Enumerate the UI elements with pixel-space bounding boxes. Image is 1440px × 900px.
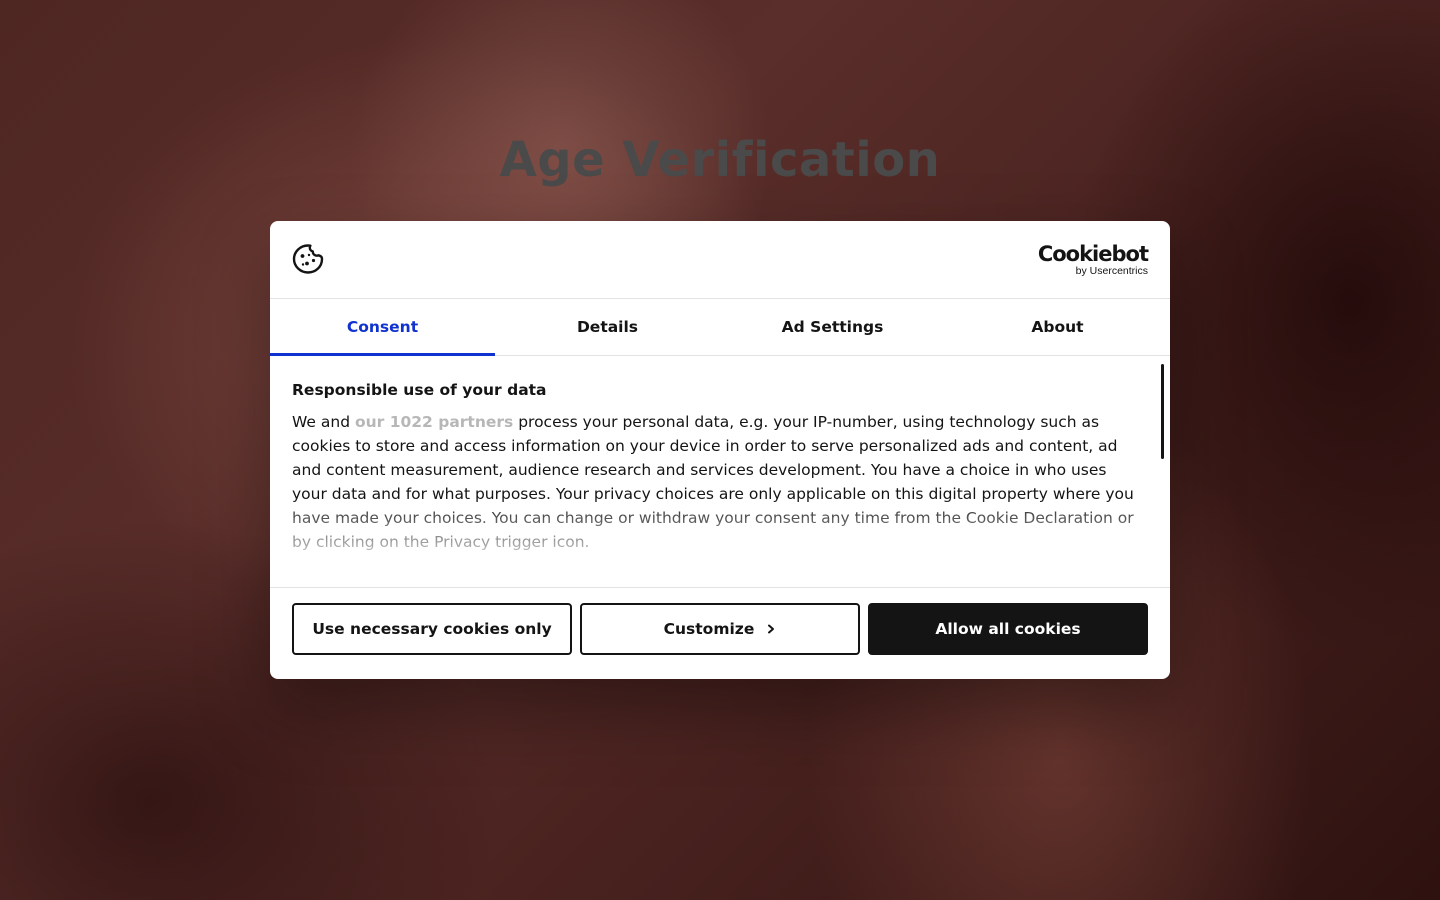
body-text-rest: process your personal data, e.g. your IP… (292, 413, 1134, 551)
brand-name: Cookiebot (1037, 242, 1149, 266)
consent-content: Responsible use of your data We and our … (270, 356, 1170, 587)
cookie-icon (292, 244, 324, 274)
tab-consent[interactable]: Consent (270, 299, 495, 356)
content-body: We and our 1022 partners process your pe… (292, 410, 1140, 554)
customize-label: Customize (663, 620, 755, 638)
brand-subtitle: by Usercentrics (1075, 265, 1148, 277)
tab-details[interactable]: Details (495, 299, 720, 355)
allow-all-cookies-button[interactable]: Allow all cookies (868, 603, 1148, 655)
body-text-start: We and (292, 413, 355, 431)
content-heading: Responsible use of your data (292, 381, 547, 399)
cookiebot-logo: Cookiebot by Usercentrics (1037, 242, 1149, 277)
partners-link[interactable]: our 1022 partners (355, 413, 513, 431)
chevron-right-icon (768, 624, 775, 634)
cookie-consent-dialog: Cookiebot by Usercentrics Consent Detail… (270, 221, 1170, 679)
tab-about[interactable]: About (945, 299, 1170, 355)
dialog-header: Cookiebot by Usercentrics (270, 221, 1170, 299)
necessary-cookies-label: Use necessary cookies only (312, 620, 552, 638)
content-scrollbar[interactable] (1161, 364, 1164, 581)
customize-button[interactable]: Customize (580, 603, 860, 655)
dialog-footer: Use necessary cookies only Customize All… (270, 587, 1170, 679)
necessary-cookies-button[interactable]: Use necessary cookies only (292, 603, 572, 655)
allow-all-label: Allow all cookies (935, 620, 1081, 638)
scrollbar-thumb[interactable] (1161, 364, 1164, 459)
tab-bar: Consent Details Ad Settings About (270, 299, 1170, 356)
tab-ad-settings[interactable]: Ad Settings (720, 299, 945, 355)
page-title: Age Verification (499, 132, 941, 188)
